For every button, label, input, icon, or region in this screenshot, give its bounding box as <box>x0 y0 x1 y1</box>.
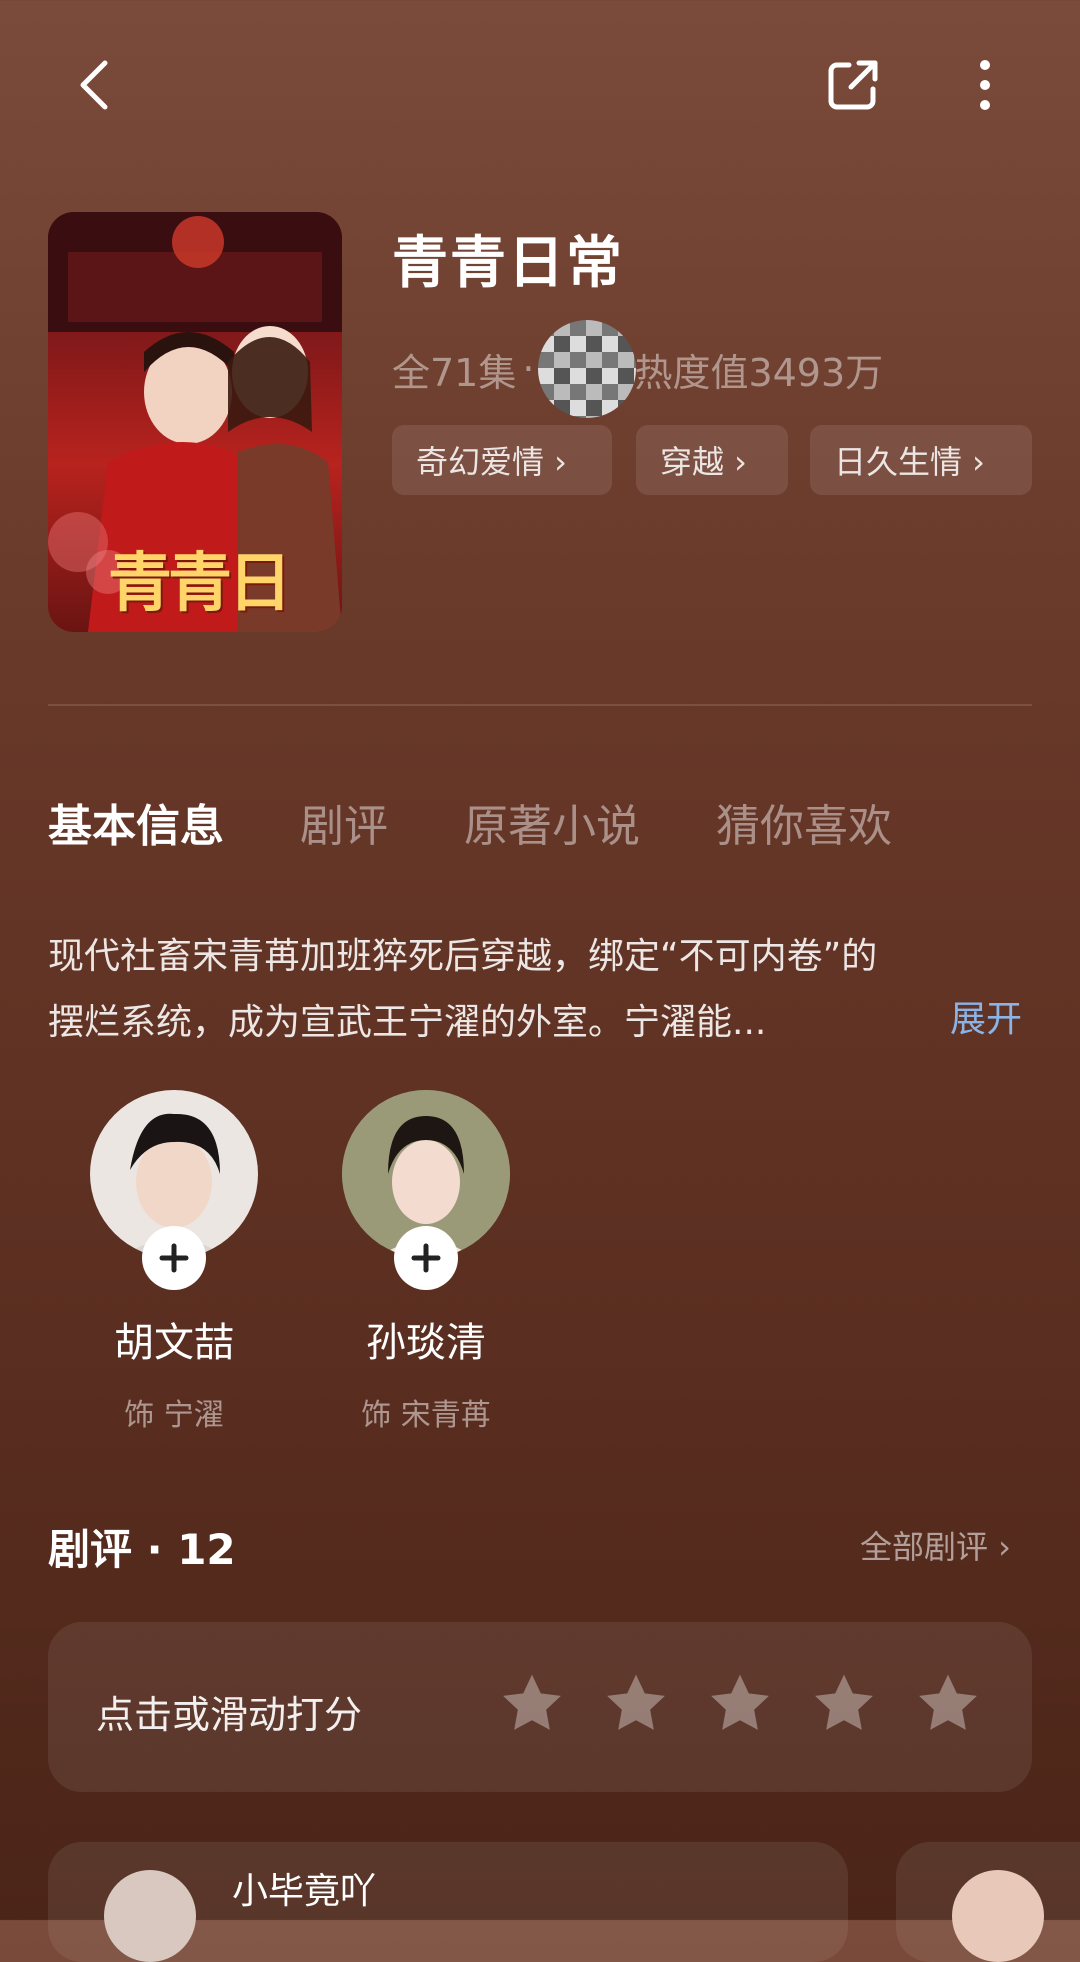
tab-bar: 基本信息 剧评 原著小说 猜你喜欢 <box>48 790 892 854</box>
cast-member[interactable]: 胡文喆 饰 宁濯 <box>74 1090 274 1434</box>
avatar[interactable] <box>952 1870 1044 1962</box>
tag-time-travel[interactable]: 穿越 › <box>636 425 788 495</box>
heat-value: 热度值3493万 <box>634 350 884 395</box>
drama-poster[interactable]: 青青日常 <box>48 212 342 632</box>
more-button[interactable] <box>940 40 1030 130</box>
synopsis-line-1: 现代社畜宋青苒加班猝死后穿越，绑定“不可内卷”的 <box>48 936 878 977</box>
star-icon[interactable] <box>602 1670 670 1740</box>
tab-original-novel[interactable]: 原著小说 <box>464 790 640 854</box>
share-icon <box>828 60 878 110</box>
reviews-section-title: 剧评 · 12 <box>48 1525 236 1574</box>
tab-recommendations[interactable]: 猜你喜欢 <box>716 790 892 854</box>
star-icon[interactable] <box>914 1670 982 1740</box>
cast-role: 饰 宋青苒 <box>361 1398 491 1433</box>
section-divider <box>48 704 1032 706</box>
expand-link[interactable]: 展开 <box>950 990 1022 1042</box>
cast-name: 孙琰清 <box>366 1320 486 1366</box>
share-button[interactable] <box>808 40 898 130</box>
star-icon[interactable] <box>810 1670 878 1740</box>
tab-basic-info[interactable]: 基本信息 <box>48 790 224 854</box>
poster-title-text: 青青日常 <box>108 546 292 621</box>
rating-prompt: 点击或滑动打分 <box>96 1693 363 1737</box>
episode-count: 全71集 <box>392 350 517 395</box>
follow-button[interactable] <box>142 1226 206 1290</box>
all-reviews-link[interactable]: 全部剧评 › <box>860 1522 1011 1568</box>
meta-separator: · <box>522 347 535 391</box>
avatar[interactable] <box>104 1870 196 1962</box>
review-username: 小毕竟吖 <box>232 1871 377 1912</box>
more-vertical-icon <box>980 60 990 110</box>
plus-icon <box>411 1243 441 1273</box>
star-icon[interactable] <box>706 1670 774 1740</box>
star-icon[interactable] <box>498 1670 566 1740</box>
plus-icon <box>159 1243 189 1273</box>
review-card[interactable] <box>896 1842 1080 1962</box>
tag-fantasy-romance[interactable]: 奇幻爱情 › <box>392 425 612 495</box>
cast-role: 饰 宁濯 <box>124 1398 224 1433</box>
tag-slow-burn[interactable]: 日久生情 › <box>810 425 1032 495</box>
chevron-left-icon <box>80 60 108 110</box>
synopsis-line-2: 摆烂系统，成为宣武王宁濯的外室。宁濯能... <box>48 1002 767 1043</box>
cast-member[interactable]: 孙琰清 饰 宋青苒 <box>326 1090 526 1434</box>
drama-title: 青青日常 <box>392 231 624 296</box>
review-card[interactable]: 小毕竟吖 <box>48 1842 848 1962</box>
tab-reviews[interactable]: 剧评 <box>300 790 388 854</box>
synopsis: 现代社畜宋青苒加班猝死后穿越，绑定“不可内卷”的 摆烂系统，成为宣武王宁濯的外室… <box>48 924 1038 1056</box>
drama-meta: 全71集 · 热度值3493万 <box>392 320 883 418</box>
star-rating[interactable] <box>498 1670 982 1740</box>
blurred-avatar-icon <box>538 320 637 418</box>
follow-button[interactable] <box>394 1226 458 1290</box>
back-button[interactable] <box>50 40 140 130</box>
cast-name: 胡文喆 <box>114 1320 234 1366</box>
rating-card[interactable]: 点击或滑动打分 <box>48 1622 1032 1792</box>
